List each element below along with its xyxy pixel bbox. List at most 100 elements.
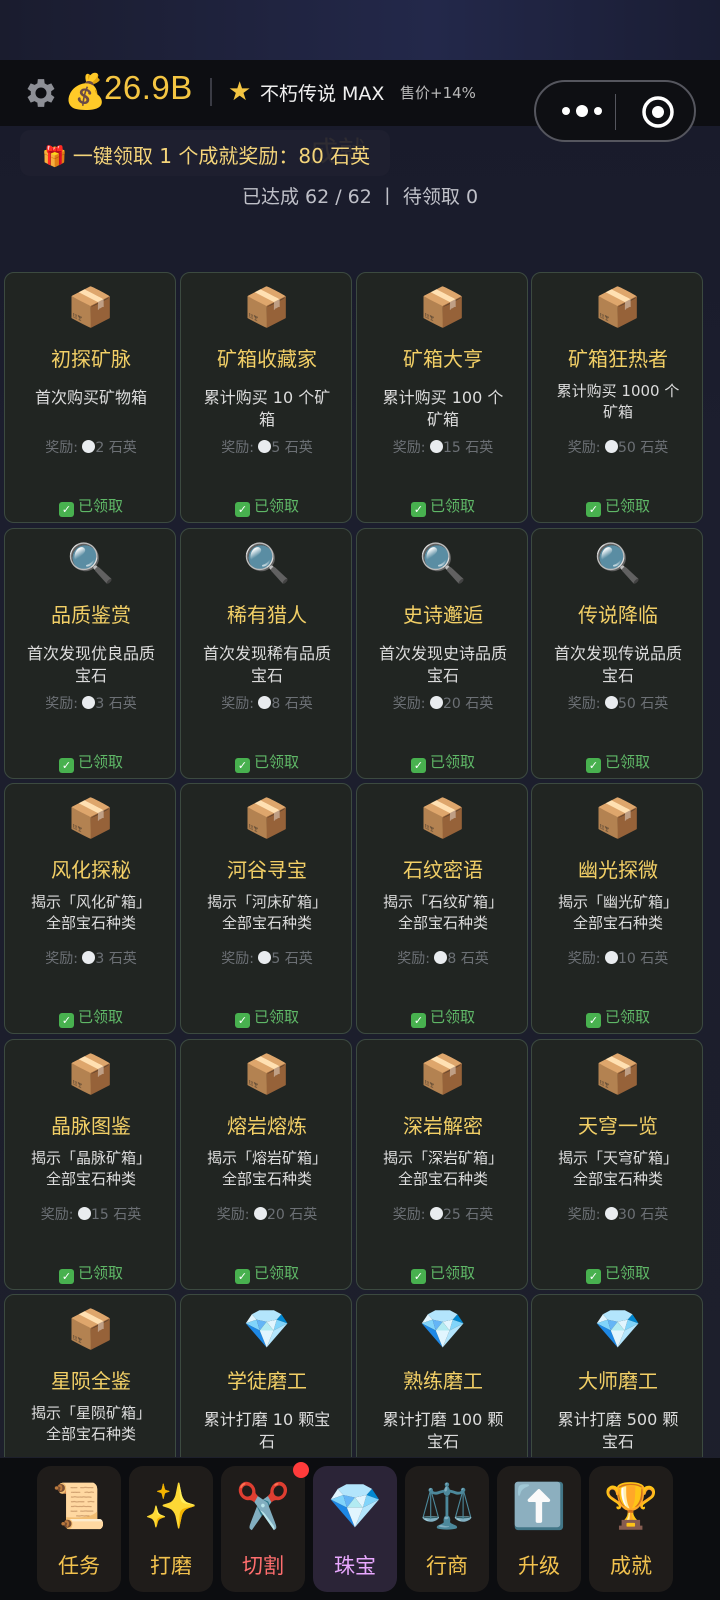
achievement-card[interactable]: 📦 矿箱收藏家 累计购买 10 个矿箱 奖励: 5 石英 ✓ 已领取 <box>180 272 352 523</box>
achievement-card[interactable]: 📦 风化探秘 揭示「风化矿箱」全部宝石种类 奖励: 3 石英 ✓ 已领取 <box>4 783 176 1034</box>
achievement-card[interactable]: 📦 初探矿脉 首次购买矿物箱 奖励: 2 石英 ✓ 已领取 <box>4 272 176 523</box>
achievement-description: 累计打磨 10 颗宝石 <box>203 1410 331 1451</box>
achievement-reward: 奖励: 20 石英 <box>181 1204 353 1224</box>
claimed-status: ✓ 已领取 <box>357 1262 529 1284</box>
claim-all-text[interactable]: 🎁 一键领取 1 个成就奖励：80 石英 <box>42 140 370 169</box>
checkmark-icon: ✓ <box>585 1269 601 1284</box>
achievement-card[interactable]: 📦 晶脉图鉴 揭示「晶脉矿箱」全部宝石种类 奖励: 15 石英 ✓ 已领取 <box>4 1039 176 1290</box>
reward-value: 50 石英 <box>617 440 669 456</box>
achievement-name: 晶脉图鉴 <box>51 1114 131 1138</box>
reward-value: 20 石英 <box>442 696 494 712</box>
reward-value: 3 石英 <box>95 951 137 967</box>
achievement-card[interactable]: 💎 熟练磨工 累计打磨 100 颗宝石 <box>356 1294 528 1457</box>
achievement-name: 大师磨工 <box>578 1369 658 1393</box>
nav-tab[interactable]: ⬆️ 升级 <box>497 1466 581 1592</box>
achievement-card[interactable]: 📦 天穹一览 揭示「天穹矿箱」全部宝石种类 奖励: 30 石英 ✓ 已领取 <box>531 1039 703 1290</box>
nav-tab[interactable]: 📜 任务 <box>37 1466 121 1592</box>
app-screen: 💰 26.9B ★ 不朽传说 MAX 售价+14% 成就 🎁一键领取 1 个成就… <box>0 0 720 1600</box>
checkmark-icon: ✓ <box>234 1269 250 1284</box>
crate-icon: 📦 <box>67 285 115 329</box>
achievement-description: 揭示「熔岩矿箱」全部宝石种类 <box>206 1149 327 1188</box>
nav-tab-label: 成就 <box>610 1554 652 1578</box>
checkmark-icon: ✓ <box>58 758 74 773</box>
claimed-status: ✓ 已领取 <box>357 751 529 773</box>
scissors-icon: ✂️ <box>235 1481 291 1532</box>
nav-tab[interactable]: 💎 珠宝 <box>313 1466 397 1592</box>
achievement-card[interactable]: 🔍 传说降临 首次发现传说品质宝石 奖励: 50 石英 ✓ 已领取 <box>531 528 703 779</box>
achievement-card[interactable]: 💎 学徒磨工 累计打磨 10 颗宝石 <box>180 1294 352 1457</box>
crate-icon: 📦 <box>67 796 115 840</box>
trophy-icon: 🏆 <box>603 1481 659 1532</box>
divider <box>210 78 212 106</box>
quartz-icon <box>429 440 443 453</box>
achievement-name: 熟练磨工 <box>403 1369 483 1393</box>
achievement-card[interactable]: 📦 星陨全鉴 揭示「星陨矿箱」全部宝石种类 <box>4 1294 176 1457</box>
crate-icon: 📦 <box>419 285 467 329</box>
crate-icon: 📦 <box>594 1052 642 1096</box>
achievement-name: 矿箱收藏家 <box>217 347 317 371</box>
achievement-name: 品质鉴赏 <box>51 603 131 627</box>
achievement-card[interactable]: 📦 幽光探微 揭示「幽光矿箱」全部宝石种类 奖励: 10 石英 ✓ 已领取 <box>531 783 703 1034</box>
achievement-description: 揭示「天穹矿箱」全部宝石种类 <box>557 1149 678 1188</box>
top-status-area <box>0 0 720 60</box>
achievement-name: 初探矿脉 <box>51 347 131 371</box>
achievement-card[interactable]: 📦 石纹密语 揭示「石纹矿箱」全部宝石种类 奖励: 8 石英 ✓ 已领取 <box>356 783 528 1034</box>
checkmark-icon: ✓ <box>58 502 74 517</box>
achievement-card[interactable]: 🔍 品质鉴赏 首次发现优良品质宝石 奖励: 3 石英 ✓ 已领取 <box>4 528 176 779</box>
achievement-card[interactable]: 🔍 稀有猎人 首次发现稀有品质宝石 奖励: 8 石英 ✓ 已领取 <box>180 528 352 779</box>
quartz-icon <box>604 951 618 964</box>
rank-label: 不朽传说 MAX <box>260 83 385 105</box>
reward-label: 奖励: <box>221 951 254 967</box>
achievement-description: 累计购买 1000 个矿箱 <box>556 382 680 421</box>
achievement-reward: 奖励: 50 石英 <box>532 437 704 457</box>
scales-icon: ⚖️ <box>419 1481 475 1532</box>
nav-tab[interactable]: ✨ 打磨 <box>129 1466 213 1592</box>
achievement-card[interactable]: 📦 河谷寻宝 揭示「河床矿箱」全部宝石种类 奖励: 5 石英 ✓ 已领取 <box>180 783 352 1034</box>
nav-tab[interactable]: 🏆 成就 <box>589 1466 673 1592</box>
nav-tab[interactable]: ⚖️ 行商 <box>405 1466 489 1592</box>
gear-icon[interactable] <box>22 74 60 112</box>
crate-icon: 📦 <box>594 285 642 329</box>
more-icon[interactable] <box>554 96 610 126</box>
reward-value: 25 石英 <box>442 1207 494 1223</box>
achievement-grid: 📦 初探矿脉 首次购买矿物箱 奖励: 2 石英 ✓ 已领取 📦 矿箱收藏家 累计购买 10 个矿… <box>4 272 716 1457</box>
achievement-reward: 奖励: 3 石英 <box>5 948 177 968</box>
nav-tab[interactable]: ✂️ 切割 <box>221 1462 309 1592</box>
status-label: 已领取 <box>253 1008 299 1026</box>
magnifier-icon: 🔍 <box>243 541 291 585</box>
achievement-reward: 奖励: 5 石英 <box>181 437 353 457</box>
crate-icon: 📦 <box>419 1052 467 1096</box>
quartz-icon <box>77 1207 91 1220</box>
achievement-card[interactable]: 📦 矿箱大亨 累计购买 100 个矿箱 奖励: 15 石英 ✓ 已领取 <box>356 272 528 523</box>
quartz-icon <box>429 1207 443 1220</box>
magnifier-icon: 🔍 <box>419 541 467 585</box>
achievement-card[interactable]: 🔍 史诗邂逅 首次发现史诗品质宝石 奖励: 20 石英 ✓ 已领取 <box>356 528 528 779</box>
crate-icon: 📦 <box>67 1307 115 1351</box>
achievement-card[interactable]: 💎 大师磨工 累计打磨 500 颗宝石 <box>531 1294 703 1457</box>
checkmark-icon: ✓ <box>58 1269 74 1284</box>
reward-label: 奖励: <box>567 440 601 456</box>
status-label: 已领取 <box>429 497 475 515</box>
diamond-icon: 💎 <box>327 1481 383 1532</box>
sparkles-icon: ✨ <box>143 1481 199 1532</box>
achievement-card[interactable]: 📦 熔岩熔炼 揭示「熔岩矿箱」全部宝石种类 奖励: 20 石英 ✓ 已领取 <box>180 1039 352 1290</box>
coin-balance: 26.9B <box>104 69 193 106</box>
achievement-card[interactable]: 📦 深岩解密 揭示「深岩矿箱」全部宝石种类 奖励: 25 石英 ✓ 已领取 <box>356 1039 528 1290</box>
close-target-icon[interactable] <box>640 94 676 130</box>
quartz-icon <box>604 1207 618 1220</box>
quartz-icon <box>258 951 272 964</box>
claimed-status: ✓ 已领取 <box>181 495 353 517</box>
reward-label: 奖励: <box>392 1207 426 1223</box>
achievement-description: 首次发现传说品质宝石 <box>554 644 682 685</box>
achievement-card[interactable]: 📦 矿箱狂热者 累计购买 1000 个矿箱 奖励: 50 石英 ✓ 已领取 <box>531 272 703 523</box>
claimed-status: ✓ 已领取 <box>181 1262 353 1284</box>
checkmark-icon: ✓ <box>585 502 601 517</box>
achievement-description: 揭示「河床矿箱」全部宝石种类 <box>206 893 327 932</box>
quartz-icon <box>258 696 272 709</box>
reward-label: 奖励: <box>221 440 254 456</box>
star-icon: ★ <box>228 77 252 107</box>
status-label: 已领取 <box>77 1264 123 1282</box>
achievement-name: 深岩解密 <box>403 1114 483 1138</box>
achievement-reward: 奖励: 20 石英 <box>357 693 529 713</box>
achievement-reward: 奖励: 30 石英 <box>532 1204 704 1224</box>
